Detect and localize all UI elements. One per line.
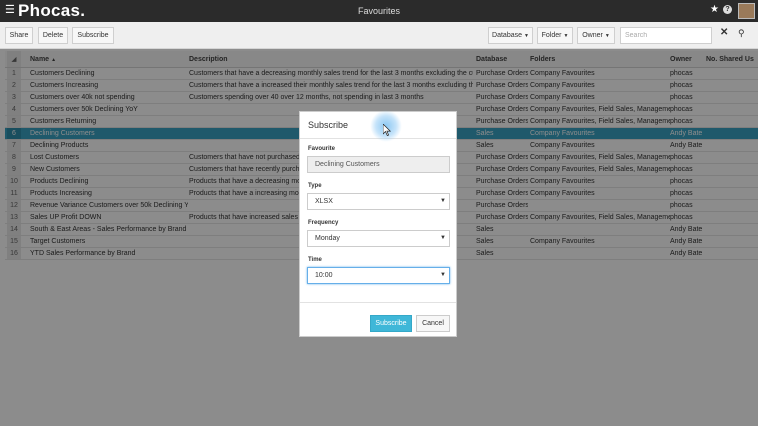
type-select[interactable]: XLSX ▼ [307, 193, 450, 210]
time-value: 10:00 [315, 272, 333, 279]
help-icon[interactable]: ? [723, 5, 732, 14]
search-input[interactable] [620, 27, 712, 44]
time-label: Time [308, 257, 322, 263]
dialog-title: Subscribe [308, 120, 349, 130]
hamburger-menu-icon[interactable]: ☰ [5, 5, 15, 16]
time-select[interactable]: 10:00 ▼ [307, 267, 450, 284]
owner-filter-label: Owner [582, 32, 603, 39]
subscribe-button[interactable]: Subscribe [370, 315, 412, 332]
dropdown-arrow-icon: ▼ [440, 272, 446, 278]
close-icon[interactable]: ✕ [720, 27, 728, 38]
search-icon[interactable]: ⚲ [738, 28, 745, 39]
frequency-select[interactable]: Monday ▼ [307, 230, 450, 247]
type-value: XLSX [315, 198, 333, 205]
star-icon[interactable]: ★ [710, 4, 719, 15]
chevron-down-icon: ▼ [524, 33, 529, 39]
frequency-value: Monday [315, 235, 340, 242]
page-title: Favourites [357, 6, 401, 16]
owner-filter-dropdown[interactable]: Owner ▼ [577, 27, 615, 44]
favourite-label: Favourite [308, 146, 336, 152]
type-label: Type [308, 183, 322, 189]
dropdown-arrow-icon: ▼ [440, 235, 446, 241]
subscribe-toolbar-button[interactable]: Subscribe [72, 27, 114, 44]
subscribe-toolbar-label: Subscribe [77, 32, 109, 39]
cancel-button[interactable]: Cancel [416, 315, 450, 332]
delete-button[interactable]: Delete [38, 27, 68, 44]
favourite-field: Declining Customers [307, 156, 450, 173]
mouse-cursor-icon [383, 124, 391, 136]
folder-filter-dropdown[interactable]: Folder ▼ [537, 27, 573, 44]
subscribe-dialog: Subscribe Favourite Declining Customers … [299, 111, 457, 337]
top-bar: ☰ Phocas. Favourites ★ ? [0, 0, 758, 22]
database-filter-dropdown[interactable]: Database ▼ [488, 27, 533, 44]
dialog-footer-divider [300, 302, 456, 303]
chevron-down-icon: ▼ [563, 33, 569, 39]
favourite-value: Declining Customers [315, 161, 380, 168]
avatar[interactable] [738, 3, 755, 19]
chevron-down-icon: ▼ [604, 33, 610, 39]
share-button[interactable]: Share [5, 27, 33, 44]
database-filter-label: Database [492, 32, 522, 39]
dropdown-arrow-icon: ▼ [440, 198, 446, 204]
toolbar: Share Delete Subscribe Database ▼ Folder ▼… [0, 22, 758, 49]
frequency-label: Frequency [308, 220, 339, 226]
folder-filter-label: Folder [541, 32, 562, 39]
app-logo[interactable]: Phocas. [18, 1, 85, 21]
